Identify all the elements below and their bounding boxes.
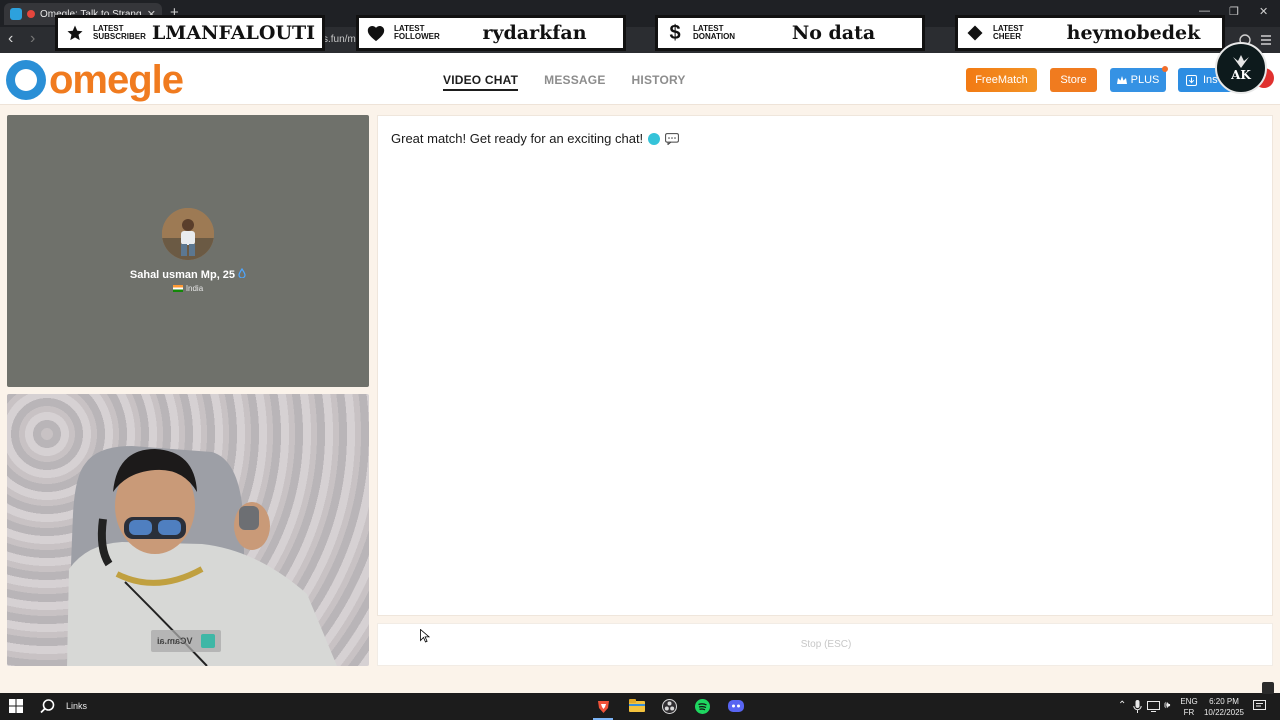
male-icon — [238, 267, 246, 279]
banner-label: LATEST SUBSCRIBER — [93, 24, 146, 41]
file-explorer-icon[interactable] — [629, 699, 645, 713]
stranger-country: India — [7, 284, 369, 293]
taskbar-links[interactable]: Links — [66, 701, 87, 711]
latest-follower-banner: LATEST FOLLOWER rydarkfan — [356, 15, 626, 51]
brave-browser-icon[interactable] — [596, 699, 611, 714]
star-icon — [64, 22, 86, 44]
mouse-cursor-icon — [420, 629, 430, 643]
menu-icon[interactable] — [1259, 33, 1273, 47]
globe-emoji-icon — [648, 132, 661, 145]
chat-message-text: Great match! Get ready for an exciting c… — [391, 131, 644, 146]
spotify-icon[interactable] — [695, 699, 710, 714]
latest-follower-name: rydarkfan — [482, 22, 587, 44]
omegle-logo-icon — [6, 60, 46, 100]
remote-video-panel: Sahal usman Mp, 25 India — [7, 115, 369, 387]
stranger-avatar — [162, 208, 214, 260]
chat-message: Great match! Get ready for an exciting c… — [391, 131, 680, 146]
discord-icon[interactable] — [728, 699, 744, 713]
webcam-person-image — [67, 446, 337, 666]
network-icon[interactable] — [1147, 701, 1160, 712]
stop-label: Stop — [800, 639, 822, 650]
omegle-favicon-icon — [10, 8, 22, 20]
volume-icon[interactable]: 🕪 — [1164, 700, 1170, 711]
obs-icon[interactable] — [662, 699, 677, 714]
heart-icon — [365, 22, 387, 44]
stop-button[interactable]: Stop (ESC) — [377, 623, 1273, 666]
notification-dot-icon — [1162, 66, 1168, 72]
forward-icon[interactable]: › — [30, 31, 35, 47]
channel-logo-text: AK — [1231, 68, 1251, 82]
taskbar: Links ⌃ 🕪 ENG FR 6:20 PM 10/22/2025 — [0, 693, 1280, 720]
latest-subscriber-name: LMANFALOUTI — [151, 22, 316, 44]
window-close-button[interactable]: ✕ — [1259, 5, 1268, 18]
logo-text: omegle — [49, 58, 184, 102]
recording-indicator-icon — [27, 10, 35, 18]
latest-cheer-banner: LATEST CHEER heymobedek — [955, 15, 1225, 51]
back-icon[interactable]: ‹ — [8, 31, 13, 47]
mic-status-icon — [1262, 682, 1274, 694]
taskbar-clock[interactable]: 6:20 PM 10/22/2025 — [1200, 696, 1248, 718]
latest-donation-value: No data — [791, 22, 876, 44]
latest-subscriber-banner: LATEST SUBSCRIBER LMANFALOUTI — [55, 15, 325, 51]
dollar-icon: $ — [669, 21, 681, 44]
banner-label: LATEST CHEER — [993, 24, 1024, 41]
chat-panel: Great match! Get ready for an exciting c… — [377, 115, 1273, 616]
banner-label: LATEST DONATION — [693, 24, 736, 41]
local-video-panel: VCam.ai — [7, 394, 369, 666]
site-header: omegle VIDEO CHAT MESSAGE HISTORY FreeMa… — [0, 53, 1280, 105]
vcam-logo-icon — [200, 634, 215, 648]
plus-label: PLUS — [1130, 74, 1160, 86]
search-icon[interactable] — [40, 699, 55, 714]
windows-start-icon[interactable] — [9, 699, 23, 713]
india-flag-icon — [172, 285, 183, 292]
vcam-watermark: VCam.ai — [151, 630, 221, 652]
clock-time: 6:20 PM — [1209, 697, 1239, 706]
vcam-label: VCam.ai — [157, 636, 193, 646]
stranger-name: Sahal usman Mp, 25 — [7, 267, 369, 281]
latest-cheer-name: heymobedek — [1066, 22, 1201, 44]
nav-message[interactable]: MESSAGE — [544, 73, 605, 91]
speech-bubble-icon — [665, 132, 680, 145]
stop-hint: (ESC) — [824, 639, 852, 650]
freematch-button[interactable]: FreeMatch — [966, 68, 1037, 92]
main-nav: VIDEO CHAT MESSAGE HISTORY — [443, 73, 686, 91]
download-icon — [1186, 74, 1197, 86]
channel-logo-icon: AK — [1215, 42, 1267, 94]
clock-date: 10/22/2025 — [1203, 708, 1245, 717]
omegle-logo[interactable]: omegle — [6, 58, 184, 102]
input-language[interactable]: ENG FR — [1178, 696, 1200, 718]
notifications-icon[interactable] — [1253, 700, 1266, 712]
plus-button[interactable]: PLUS — [1110, 68, 1166, 92]
nav-video-chat[interactable]: VIDEO CHAT — [443, 73, 519, 91]
crown-icon — [1116, 75, 1127, 84]
latest-donation-banner: $ LATEST DONATION No data — [655, 15, 925, 51]
store-button[interactable]: Store — [1050, 68, 1097, 92]
address-bar[interactable]: s.fun/m — [323, 34, 356, 45]
diamond-icon — [964, 22, 986, 44]
restore-button[interactable]: ❐ — [1229, 5, 1239, 18]
eagle-icon — [1233, 55, 1249, 68]
nav-history[interactable]: HISTORY — [632, 73, 686, 91]
tray-overflow-icon[interactable]: ⌃ — [1118, 700, 1126, 711]
banner-label: LATEST FOLLOWER — [394, 24, 440, 41]
microphone-icon[interactable] — [1133, 700, 1142, 713]
